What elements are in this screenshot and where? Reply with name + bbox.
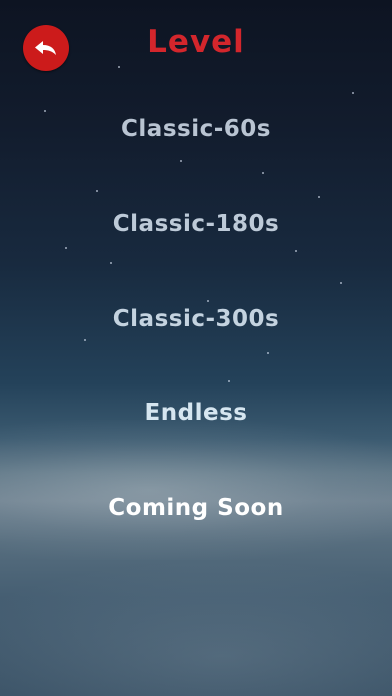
level-endless-button[interactable]: Endless [0,400,392,426]
level-classic-300s-button[interactable]: Classic-300s [0,306,392,332]
star [65,247,67,249]
level-select-screen: Level Classic-60s Classic-180s Classic-3… [0,0,392,696]
star [207,300,209,302]
star [118,66,120,68]
star [340,282,342,284]
star [352,92,354,94]
star [262,172,264,174]
level-classic-60s-button[interactable]: Classic-60s [0,116,392,142]
horizon-glow [0,420,392,560]
level-classic-180s-button[interactable]: Classic-180s [0,211,392,237]
page-title: Level [147,24,245,60]
star [84,339,86,341]
star [44,110,46,112]
star [180,160,182,162]
star [110,262,112,264]
star [318,196,320,198]
star [295,250,297,252]
star [96,190,98,192]
cloud-glow [0,560,392,696]
star [228,380,230,382]
star [267,352,269,354]
level-coming-soon-button[interactable]: Coming Soon [0,495,392,521]
